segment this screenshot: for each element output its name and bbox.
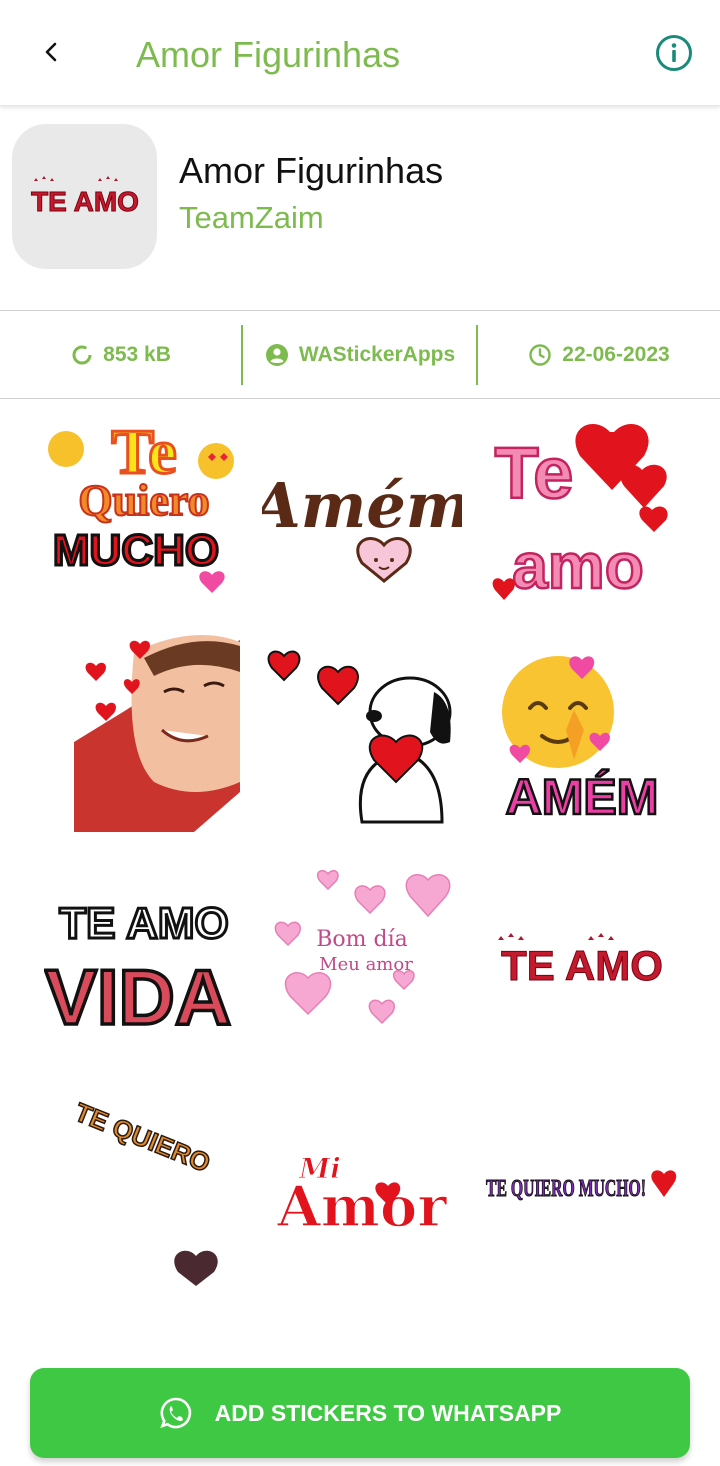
page-title: Amor Figurinhas [136, 34, 401, 75]
progress-ring-icon [72, 345, 92, 365]
account-circle-icon [265, 344, 288, 366]
pack-stats-bar: 853 kB WAStickerApps 22-06-2023 [0, 310, 720, 399]
sticker-amem-script: Amém [262, 469, 462, 583]
add-to-whatsapp-button[interactable]: ADD STICKERS TO WHATSAPP [30, 1368, 690, 1458]
sticker-line: Meu amor [319, 954, 413, 975]
sticker-item[interactable] [262, 632, 462, 832]
pack-source-value: WAStickerApps [298, 343, 456, 366]
sticker-te-quiero-colorful: TE QUIERO [70, 1096, 218, 1286]
sticker-item[interactable]: TE QUIERO [44, 1086, 244, 1286]
sticker-item[interactable]: TE AMO VIDA [44, 860, 244, 1060]
pack-size-value: 853 kB [103, 343, 171, 366]
pack-date-stat: 22-06-2023 [478, 311, 720, 399]
sticker-item[interactable]: AMÉM [482, 632, 682, 832]
sticker-item[interactable]: Te amo [482, 410, 682, 610]
sticker-line: Bom día [316, 927, 408, 952]
pack-name: Amor Figurinhas [179, 150, 444, 191]
sticker-amem-emoji: AMÉM [502, 656, 660, 826]
tray-text: TE AMO [31, 186, 139, 217]
sticker-te-quiero-mucho: Te Quiero MUCHO [48, 415, 234, 593]
whatsapp-icon [159, 1397, 191, 1429]
pack-header: TE AMO Amor Figurinhas TeamZaim [0, 106, 720, 310]
sticker-item[interactable] [44, 632, 244, 832]
app-bar: Amor Figurinhas [0, 0, 720, 106]
sticker-item[interactable]: Amém [262, 410, 462, 610]
pack-date-value: 22-06-2023 [562, 343, 670, 366]
sticker-line: Quiero [78, 476, 209, 525]
sticker-item[interactable]: Mi Amor [262, 1086, 462, 1286]
sticker-bom-dia-meu-amor: Bom día Meu amor [274, 870, 451, 1025]
sticker-item[interactable]: Te Quiero MUCHO [44, 410, 244, 610]
pack-publisher[interactable]: TeamZaim [179, 200, 324, 236]
info-button[interactable] [652, 31, 696, 75]
tray-sticker-image: TE AMO [30, 175, 139, 217]
sticker-snoopy-heart [267, 650, 452, 824]
sticker-line: AMÉM [506, 769, 659, 825]
pack-source-stat: WAStickerApps [243, 311, 477, 399]
info-icon [656, 35, 692, 71]
sticker-line: Te [495, 434, 574, 514]
sticker-te-quiero-mucho-purple: TE QUIERO MUCHO! [486, 1170, 677, 1203]
sticker-mi-amor: Mi Amor [275, 1152, 449, 1241]
back-button[interactable] [30, 30, 74, 74]
sticker-item[interactable]: Bom día Meu amor [262, 860, 462, 1060]
sticker-item[interactable]: TE AMO [482, 860, 682, 1060]
sticker-line: TE QUIERO [71, 1097, 215, 1178]
sticker-te-amo-red: TE AMO [498, 933, 663, 990]
sticker-item[interactable]: TE QUIERO MUCHO! [482, 1086, 682, 1286]
back-arrow-icon [45, 42, 57, 62]
sticker-line: TE AMO [59, 899, 228, 948]
sticker-line: Amém [262, 469, 462, 542]
clock-icon [529, 344, 551, 366]
sticker-line: MUCHO [53, 526, 219, 575]
sticker-line: amo [512, 530, 644, 602]
add-button-label: ADD STICKERS TO WHATSAPP [214, 1399, 562, 1426]
pack-size-stat: 853 kB [0, 311, 242, 399]
sticker-line: TE AMO [501, 942, 663, 989]
sticker-smiling-child-hearts [74, 634, 240, 832]
sticker-te-amo-vida: TE AMO VIDA [44, 898, 233, 1043]
sticker-line: VIDA [45, 953, 231, 1041]
sticker-line: Amor [276, 1174, 448, 1240]
sticker-te-amo-pink: Te amo [492, 423, 668, 603]
tray-icon: TE AMO [12, 124, 157, 269]
sticker-line: TE QUIERO MUCHO! [486, 1176, 646, 1202]
